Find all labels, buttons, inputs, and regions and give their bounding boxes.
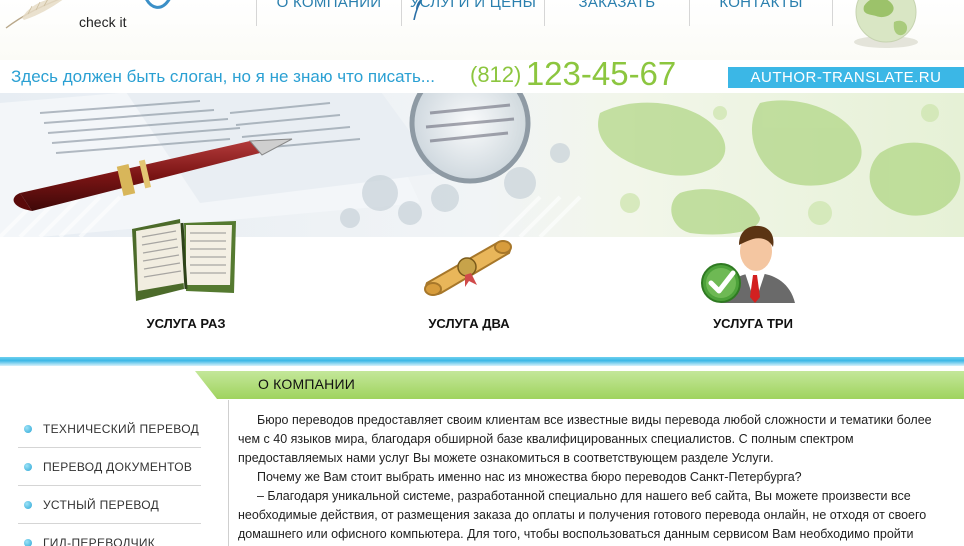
bullet-icon — [24, 462, 32, 471]
bullet-icon — [24, 538, 32, 546]
about-paragraph: – Благодаря уникальной системе, разработ… — [238, 489, 927, 541]
site-name-badge[interactable]: AUTHOR-TRANSLATE.RU — [728, 67, 964, 88]
hero-banner — [0, 93, 964, 237]
phone-code: (812) — [470, 62, 522, 87]
nav-item-contacts[interactable]: КОНТАКТЫ — [689, 0, 833, 26]
person-check-icon — [701, 225, 795, 303]
main-nav: О КОМПАНИИ УСЛУГИ И ЦЕНЫ ЗАКАЗАТЬ КОНТАК… — [256, 0, 833, 26]
nav-item-label: КОНТАКТЫ — [719, 0, 803, 11]
section-divider — [0, 357, 964, 366]
sidebar-item-guide-interpreter[interactable]: ГИД-ПЕРЕВОДЧИК — [18, 524, 201, 546]
about-content: Бюро переводов предоставляет своим клиен… — [238, 411, 956, 546]
service-card-two[interactable]: УСЛУГА ДВА — [369, 237, 569, 347]
logo[interactable]: check it — [0, 0, 255, 40]
phone-number: (812) 123-45-67 — [470, 55, 676, 93]
banner-illustration — [0, 93, 964, 237]
sidebar-item-oral-translation[interactable]: УСТНЫЙ ПЕРЕВОД — [18, 486, 201, 524]
service-label: УСЛУГА РАЗ — [146, 316, 226, 331]
phone-digits: 123-45-67 — [525, 55, 677, 92]
about-paragraph: Почему же Вам стоит выбрать именно нас и… — [257, 470, 802, 484]
bullet-icon — [24, 424, 32, 433]
nav-item-order[interactable]: ЗАКАЗАТЬ — [544, 0, 689, 26]
site-header: check it О КОМПАНИИ УСЛУГИ И ЦЕНЫ ЗАКАЗА… — [0, 0, 964, 60]
about-paragraph: Бюро переводов предоставляет своим клиен… — [238, 413, 932, 465]
scroll-icon — [424, 240, 512, 296]
about-title: О КОМПАНИИ — [258, 376, 355, 392]
sidebar-item-label: УСТНЫЙ ПЕРЕВОД — [43, 497, 160, 512]
content-divider — [228, 400, 229, 546]
services-row: УСЛУГА РАЗ УСЛУГА ДВА УСЛУГА ТРИ — [0, 219, 964, 357]
bullet-icon — [24, 500, 32, 509]
service-label: УСЛУГА ДВА — [428, 316, 510, 331]
sidebar-item-label: ГИД-ПЕРЕВОДЧИК — [43, 535, 156, 546]
sidebar-item-label: ТЕХНИЧЕСКИЙ ПЕРЕВОД — [43, 421, 200, 436]
nav-item-label: О КОМПАНИИ — [276, 0, 382, 11]
feather-icon — [5, 0, 63, 29]
nav-item-services[interactable]: УСЛУГИ И ЦЕНЫ — [401, 0, 544, 26]
service-card-three[interactable]: УСЛУГА ТРИ — [653, 225, 853, 347]
nav-item-label: УСЛУГИ И ЦЕНЫ — [409, 0, 537, 11]
book-icon — [132, 219, 236, 301]
nav-item-label: ЗАКАЗАТЬ — [578, 0, 656, 11]
logo-mark — [145, 0, 171, 9]
slogan: Здесь должен быть слоган, но я не знаю ч… — [11, 67, 435, 86]
globe-icon — [854, 0, 918, 48]
service-card-one[interactable]: УСЛУГА РАЗ — [86, 219, 286, 347]
service-label: УСЛУГА ТРИ — [713, 316, 793, 331]
sidebar-item-document-translation[interactable]: ПЕРЕВОД ДОКУМЕНТОВ — [18, 448, 201, 486]
sidebar-item-label: ПЕРЕВОД ДОКУМЕНТОВ — [43, 459, 193, 474]
sidebar-menu: ТЕХНИЧЕСКИЙ ПЕРЕВОД ПЕРЕВОД ДОКУМЕНТОВ У… — [18, 410, 201, 546]
sidebar-item-technical-translation[interactable]: ТЕХНИЧЕСКИЙ ПЕРЕВОД — [18, 410, 201, 448]
nav-item-about[interactable]: О КОМПАНИИ — [256, 0, 401, 26]
logo-tagline: check it — [79, 14, 127, 30]
